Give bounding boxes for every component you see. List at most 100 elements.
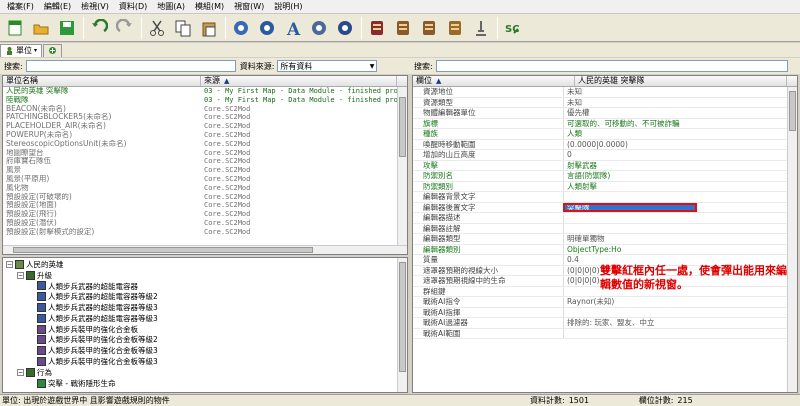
unit-list-row[interactable]: 府庫寶石隊伍 Core.SC2Mod [3, 157, 407, 166]
col-field[interactable]: 欄位 ▲ [413, 76, 575, 86]
property-row[interactable]: 編輯器描述 [413, 213, 797, 224]
menu-item-2[interactable]: 檢視(V) [76, 0, 114, 14]
tab-units[interactable]: 單位 ▾ [0, 43, 43, 57]
property-value[interactable]: Raynor(未知) [563, 297, 797, 307]
property-row[interactable]: 資源地位 未知 [413, 87, 797, 98]
col-value[interactable]: 人民的英雄 突擊隊 [575, 76, 787, 86]
property-row[interactable]: 戰術AI過濾器 排除的: 玩家、盟友、中立 [413, 318, 797, 329]
property-row[interactable]: 戰術AI範圍 [413, 328, 797, 339]
ai-button[interactable] [333, 16, 357, 40]
property-value[interactable]: 人類射擊 [563, 181, 797, 191]
col-unit-name[interactable]: 單位名稱 [3, 76, 201, 86]
unit-list-row[interactable]: 風化物 Core.SC2Mod [3, 184, 407, 193]
unit-list-hscrollbar[interactable] [3, 245, 407, 254]
tab-add[interactable] [43, 43, 63, 57]
undo-button[interactable] [87, 16, 111, 40]
menu-item-4[interactable]: 地圖(A) [152, 0, 190, 14]
expander-icon[interactable]: − [17, 271, 24, 279]
tree-item-upgrade[interactable]: 人類步兵裝甲的強化合金板等級2 [3, 335, 407, 346]
property-row[interactable]: 種族 人類 [413, 129, 797, 140]
unit-list-row[interactable]: 地圖瞭望台 Core.SC2Mod [3, 149, 407, 158]
copy-button[interactable] [171, 16, 195, 40]
hscroll-thumb[interactable] [13, 247, 313, 253]
tree-scrollbar[interactable] [397, 258, 407, 392]
property-value[interactable]: 人類 [563, 129, 797, 139]
source-select[interactable]: 所有資料 ▼ [277, 60, 378, 72]
tree-item-upgrade[interactable]: 人類步兵武器的超能電容器等級2 [3, 291, 407, 302]
trigger-button[interactable] [365, 16, 389, 40]
unit-list-row[interactable]: 預設設定(潛伏) Core.SC2Mod [3, 219, 407, 228]
property-value[interactable]: 0 [563, 150, 797, 160]
menu-item-6[interactable]: 視窗(W) [229, 0, 269, 14]
tree-group-upgrades[interactable]: − 升級 [3, 270, 407, 281]
property-value[interactable] [563, 328, 797, 338]
unit-list-row[interactable]: 人民的英雄 突擊隊 03 - My First Map - Data Module… [3, 87, 407, 96]
texture-button[interactable] [443, 16, 467, 40]
property-row[interactable]: 物體編輯器單位 優先權 [413, 108, 797, 119]
unit-list-row[interactable]: PLACEHOLDER_AIR(未命名) Core.SC2Mod [3, 122, 407, 131]
property-value[interactable]: 射擊武器 [563, 160, 797, 170]
property-row[interactable]: 編輯器類別 ObjectType:Ho [413, 244, 797, 255]
import-button[interactable] [307, 16, 331, 40]
tree-group-behaviors[interactable]: − 行為 [3, 367, 407, 378]
property-row[interactable]: 編輯器類型 明確單獨物 [413, 234, 797, 245]
property-row[interactable]: 旗標 可選取的、可移動的、不可被詐騙 [413, 118, 797, 129]
unit-list-row[interactable]: StereoscopicOptionsUnit(未命名) Core.SC2Mod [3, 140, 407, 149]
property-value[interactable] [563, 213, 797, 223]
text-editor-button[interactable]: A [281, 16, 305, 40]
unit-list-row[interactable]: 陸戰隊 03 - My First Map - Data Module - fin… [3, 96, 407, 105]
new-file-button[interactable] [3, 16, 27, 40]
property-value[interactable]: 言語(防禦隊) [563, 171, 797, 181]
cut-button[interactable] [145, 16, 169, 40]
unit-list-row[interactable]: 預設設定(可破壞的) Core.SC2Mod [3, 193, 407, 202]
property-value[interactable]: 排除的: 玩家、盟友、中立 [563, 318, 797, 328]
terrain-button[interactable] [229, 16, 253, 40]
property-value[interactable] [563, 307, 797, 317]
tree-item-upgrade[interactable]: 人類步兵裝甲的強化合金板 [3, 324, 407, 335]
property-row[interactable]: 喚醒時移動範圍 (0.0000|0.0000) [413, 139, 797, 150]
tree-root[interactable]: − 人民的英雄 [3, 259, 407, 270]
tree-scroll-thumb[interactable] [399, 262, 406, 372]
tree-item-upgrade[interactable]: 人類步兵武器的超能電容器等級3 [3, 302, 407, 313]
redo-button[interactable] [113, 16, 137, 40]
property-row[interactable]: 攻擊 射擊武器 [413, 160, 797, 171]
property-value-selected[interactable]: 突擊隊 [563, 202, 697, 212]
property-row[interactable]: 防禦類別 人類射擊 [413, 181, 797, 192]
unit-list-row[interactable]: 預設設定(地面) Core.SC2Mod [3, 201, 407, 210]
property-row[interactable]: 編輯器背景文字 [413, 192, 797, 203]
tree-item-upgrade[interactable]: 人類步兵裝甲的強化合金板等級3 [3, 356, 407, 367]
tree-item-behavior[interactable]: 突擊 - 戰術隱形生命 [3, 378, 407, 389]
property-row[interactable]: 戰術AI指令 Raynor(未知) [413, 297, 797, 308]
sound-button[interactable] [417, 16, 441, 40]
open-folder-button[interactable] [29, 16, 53, 40]
property-value[interactable] [563, 192, 797, 202]
prop-scroll-thumb[interactable] [789, 91, 796, 131]
property-value[interactable] [563, 223, 797, 233]
property-value[interactable]: 優先權 [563, 108, 797, 118]
cutscene-button[interactable] [391, 16, 415, 40]
properties-scrollbar[interactable] [787, 87, 797, 392]
save-button[interactable] [55, 16, 79, 40]
unit-list-row[interactable]: POWERUP(未命名) Core.SC2Mod [3, 131, 407, 140]
preview-button[interactable] [469, 16, 493, 40]
menu-item-7[interactable]: 說明(H) [269, 0, 307, 14]
property-row[interactable]: 資源類型 未知 [413, 97, 797, 108]
property-value[interactable]: 明確單獨物 [563, 234, 797, 244]
property-row[interactable]: 防禦別名 言語(防禦隊) [413, 171, 797, 182]
test-map-button[interactable]: SC [501, 16, 525, 40]
tree-item-upgrade[interactable]: 人類步兵裝甲的強化合金板等級3 [3, 345, 407, 356]
unit-list-row[interactable]: 預設設定(飛行) Core.SC2Mod [3, 210, 407, 219]
menu-item-0[interactable]: 檔案(F) [2, 0, 39, 14]
menu-item-5[interactable]: 模組(M) [190, 0, 229, 14]
property-row[interactable]: 增加的山丘高度 0 [413, 150, 797, 161]
paste-button[interactable] [197, 16, 221, 40]
data-editor-button[interactable] [255, 16, 279, 40]
expander-icon[interactable]: − [17, 368, 24, 376]
property-value[interactable]: ObjectType:Ho [563, 244, 797, 254]
menu-item-3[interactable]: 資料(D) [114, 0, 152, 14]
property-value[interactable]: 未知 [563, 87, 797, 97]
property-value[interactable]: 未知 [563, 97, 797, 107]
unit-list-row[interactable]: PATCHINGBLOCKER5(未命名) Core.SC2Mod [3, 113, 407, 122]
property-value[interactable]: (0.0000|0.0000) [563, 139, 797, 149]
unit-list-scrollbar[interactable] [397, 87, 407, 245]
